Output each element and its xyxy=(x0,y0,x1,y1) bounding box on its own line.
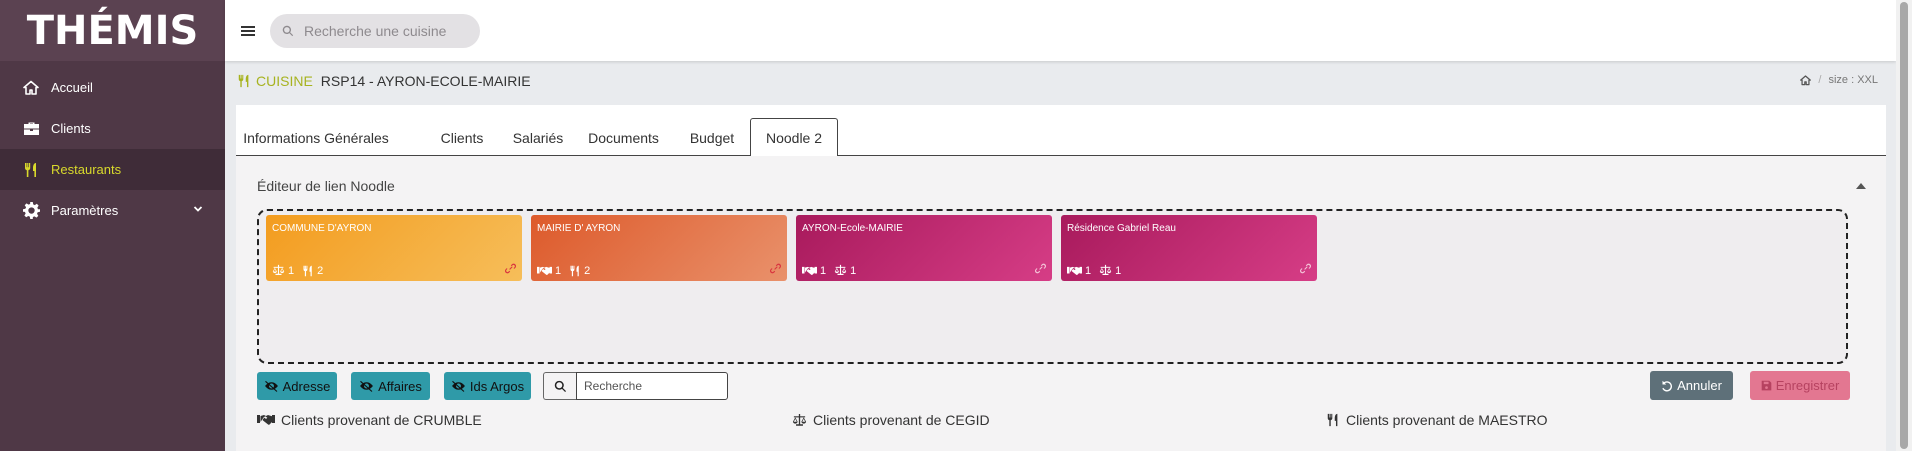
scale-icon xyxy=(272,264,285,277)
noodle-tile[interactable]: Résidence Gabriel Reau 1 1 xyxy=(1061,215,1317,281)
sidebar-item-accueil[interactable]: Accueil xyxy=(0,67,225,108)
source-cegid: Clients provenant de CEGID xyxy=(792,412,990,428)
link-icon[interactable] xyxy=(505,263,516,277)
size-label: size : XXL xyxy=(1828,74,1878,86)
source-crumble: Clients provenant de CRUMBLE xyxy=(257,412,482,428)
collapse-icon[interactable] xyxy=(1856,183,1866,189)
eye-slash-icon xyxy=(264,380,279,392)
button-label: Affaires xyxy=(378,378,422,394)
source-label: Clients provenant de MAESTRO xyxy=(1346,412,1548,428)
chevron-down-icon xyxy=(193,202,203,217)
app-logo[interactable]: THÉMIS xyxy=(0,0,225,61)
noodle-tile[interactable]: AYRON-Ecole-MAIRIE 1 1 xyxy=(796,215,1052,281)
handshake-icon xyxy=(1067,265,1082,277)
tile-search-group xyxy=(543,372,728,400)
source-label: Clients provenant de CEGID xyxy=(813,412,990,428)
tile-name: COMMUNE D'AYRON xyxy=(272,223,372,234)
button-label: Adresse xyxy=(282,378,331,394)
tile-stat: 1 xyxy=(1085,264,1092,277)
tab-informations-generales[interactable]: Informations Générales xyxy=(236,118,396,157)
cutlery-icon xyxy=(237,74,251,88)
handshake-icon xyxy=(257,413,275,427)
toggle-ids-argos-button[interactable]: Ids Argos xyxy=(444,372,531,400)
scale-icon xyxy=(834,264,847,277)
editor-title: Éditeur de lien Noodle xyxy=(257,178,395,194)
tab-documents[interactable]: Documents xyxy=(576,118,671,157)
sidebar-nav: Accueil Clients Restaurants Paramètres xyxy=(0,61,225,231)
tile-stat: 1 xyxy=(288,264,295,277)
tile-stat: 1 xyxy=(1115,264,1122,277)
tile-stat: 2 xyxy=(584,265,591,277)
eye-slash-icon xyxy=(451,380,466,392)
button-label: Enregistrer xyxy=(1775,378,1840,393)
scale-icon xyxy=(1099,264,1112,277)
sidebar-item-label: Accueil xyxy=(51,80,93,95)
handshake-icon xyxy=(802,265,817,277)
tile-search-input[interactable] xyxy=(576,372,728,400)
scale-icon xyxy=(792,413,807,428)
sidebar-item-label: Paramètres xyxy=(51,203,119,218)
noodle-editor-panel: Éditeur de lien Noodle COMMUNE D'AYRON 1… xyxy=(236,156,1886,451)
sidebar-item-label: Clients xyxy=(51,121,91,136)
search-icon xyxy=(554,380,567,393)
tile-name: AYRON-Ecole-MAIRIE xyxy=(802,223,903,234)
source-label: Clients provenant de CRUMBLE xyxy=(281,412,482,428)
menu-toggle-icon[interactable] xyxy=(241,24,255,38)
save-button[interactable]: Enregistrer xyxy=(1750,371,1850,400)
noodle-tile[interactable]: COMMUNE D'AYRON 1 2 xyxy=(266,215,522,281)
floppy-icon xyxy=(1761,380,1772,391)
cuisine-search[interactable] xyxy=(270,13,480,48)
home-icon[interactable] xyxy=(1800,74,1812,86)
link-icon[interactable] xyxy=(1300,263,1311,277)
tile-stat: 1 xyxy=(820,264,827,277)
button-label: Annuler xyxy=(1677,378,1722,393)
sidebar-item-clients[interactable]: Clients xyxy=(0,108,225,149)
cuisine-search-input[interactable] xyxy=(304,22,464,39)
page-title: CUISINE RSP14 - AYRON-ECOLE-MAIRIE xyxy=(237,72,531,90)
tile-stat: 1 xyxy=(850,264,857,277)
undo-icon xyxy=(1662,380,1673,391)
tab-budget[interactable]: Budget xyxy=(676,118,748,157)
tab-noodle-2[interactable]: Noodle 2 xyxy=(750,118,838,157)
tile-stat: 1 xyxy=(555,265,562,277)
handshake-icon xyxy=(537,265,552,277)
breadcrumb: / size : XXL xyxy=(1800,74,1878,86)
source-maestro: Clients provenant de MAESTRO xyxy=(1326,412,1548,428)
tile-name: Résidence Gabriel Reau xyxy=(1067,223,1176,234)
cancel-button[interactable]: Annuler xyxy=(1650,371,1733,400)
sidebar: THÉMIS Accueil Clients Restaurants Param… xyxy=(0,0,225,451)
tab-bar: Informations Générales Clients Salariés … xyxy=(236,105,1886,157)
cutlery-icon xyxy=(569,265,581,277)
noodle-dropzone[interactable]: COMMUNE D'AYRON 1 2 MAIRIE D' AYRON 1 2 … xyxy=(257,209,1848,364)
search-icon xyxy=(282,25,294,37)
link-icon[interactable] xyxy=(1035,263,1046,277)
tile-stat: 2 xyxy=(317,264,324,277)
cutlery-icon xyxy=(1326,413,1340,427)
toggle-affaires-button[interactable]: Affaires xyxy=(351,372,430,400)
top-bar xyxy=(225,0,1896,61)
breadcrumb-separator: / xyxy=(1818,74,1822,86)
tab-clients[interactable]: Clients xyxy=(426,118,498,157)
toggle-adresse-button[interactable]: Adresse xyxy=(257,372,337,400)
page-category: CUISINE xyxy=(256,73,313,89)
cutlery-icon xyxy=(302,265,314,277)
search-button[interactable] xyxy=(543,372,576,400)
tab-salaries[interactable]: Salariés xyxy=(501,118,575,157)
gear-icon xyxy=(22,202,40,220)
page-name: RSP14 - AYRON-ECOLE-MAIRIE xyxy=(320,73,531,89)
tile-name: MAIRIE D' AYRON xyxy=(537,223,621,234)
noodle-tile[interactable]: MAIRIE D' AYRON 1 2 xyxy=(531,215,787,281)
sidebar-item-restaurants[interactable]: Restaurants xyxy=(0,149,225,190)
briefcase-icon xyxy=(22,120,40,138)
eye-slash-icon xyxy=(359,380,374,392)
home-icon xyxy=(22,79,40,97)
cutlery-icon xyxy=(22,161,40,179)
sidebar-item-parametres[interactable]: Paramètres xyxy=(0,190,225,231)
sidebar-item-label: Restaurants xyxy=(51,162,122,177)
button-label: Ids Argos xyxy=(469,378,525,394)
link-icon[interactable] xyxy=(770,263,781,277)
page-scrollbar[interactable] xyxy=(1896,0,1912,451)
